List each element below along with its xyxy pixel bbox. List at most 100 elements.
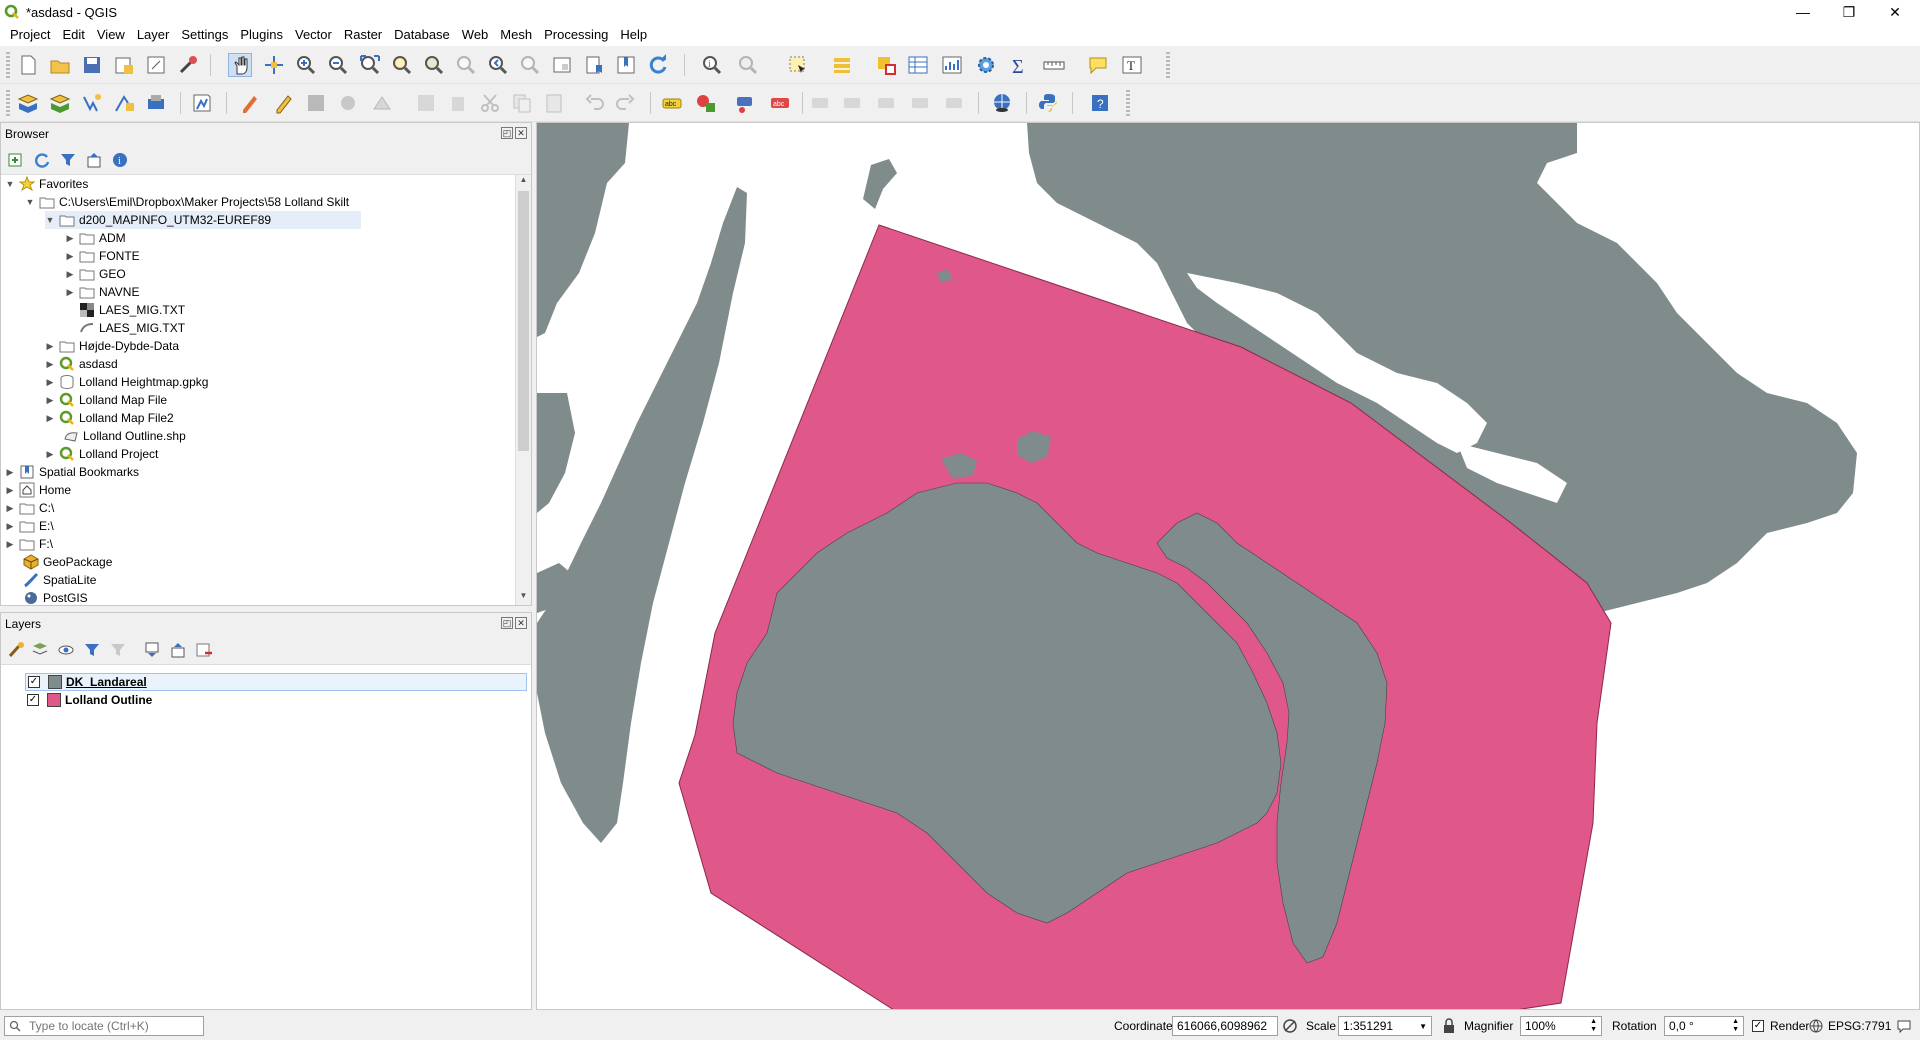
python-console-icon[interactable] bbox=[1036, 91, 1060, 115]
vertex-tool-icon[interactable] bbox=[370, 91, 394, 115]
expand-arrow-icon[interactable]: ▶ bbox=[65, 269, 75, 279]
locator-search[interactable] bbox=[4, 1016, 204, 1036]
browser-item-asdasd[interactable]: ▶ asdasd bbox=[45, 355, 118, 373]
delete-selected-icon[interactable] bbox=[446, 91, 470, 115]
redo-icon[interactable] bbox=[614, 91, 638, 115]
globe-icon[interactable] bbox=[1808, 1018, 1824, 1034]
crs-label[interactable]: EPSG:7791 bbox=[1828, 1019, 1891, 1033]
map-canvas[interactable] bbox=[536, 122, 1920, 1010]
filter-browser-icon[interactable] bbox=[59, 151, 77, 169]
menu-edit[interactable]: Edit bbox=[56, 24, 90, 46]
expand-arrow-icon[interactable]: ▶ bbox=[5, 485, 15, 495]
layer-item-dk-landareal[interactable]: ✓ DK_Landareal bbox=[25, 673, 527, 691]
rotate-label-icon[interactable] bbox=[840, 91, 864, 115]
map-rendering[interactable] bbox=[537, 123, 1920, 1010]
render-checkbox[interactable]: ✓ bbox=[1752, 1020, 1764, 1032]
browser-item-geopackage[interactable]: GeoPackage bbox=[19, 553, 112, 571]
scroll-up-icon[interactable]: ▲ bbox=[518, 175, 529, 189]
minimize-button[interactable]: — bbox=[1780, 0, 1826, 24]
deselect-icon[interactable] bbox=[874, 53, 898, 77]
properties-icon[interactable]: i bbox=[111, 151, 129, 169]
expand-arrow-icon[interactable]: ▶ bbox=[5, 503, 15, 513]
sum-icon[interactable]: Σ bbox=[1008, 53, 1032, 77]
add-feature-icon[interactable] bbox=[336, 91, 360, 115]
refresh-browser-icon[interactable] bbox=[33, 151, 51, 169]
new-shapefile-icon[interactable] bbox=[190, 91, 214, 115]
menu-mesh[interactable]: Mesh bbox=[494, 24, 538, 46]
text-annotation-icon[interactable]: T bbox=[1120, 53, 1144, 77]
zoom-full-icon[interactable] bbox=[358, 53, 382, 77]
paste-features-icon[interactable] bbox=[542, 91, 566, 115]
menu-web[interactable]: Web bbox=[456, 24, 495, 46]
pan-to-selection-icon[interactable] bbox=[262, 53, 286, 77]
new-bookmark-icon[interactable] bbox=[582, 53, 606, 77]
expand-arrow-icon[interactable]: ▼ bbox=[5, 179, 15, 189]
remove-layer-icon[interactable] bbox=[195, 641, 213, 659]
new-project-icon[interactable] bbox=[16, 53, 40, 77]
browser-item-lolland-project[interactable]: ▶ Lolland Project bbox=[45, 445, 158, 463]
expand-arrow-icon[interactable]: ▶ bbox=[45, 359, 55, 369]
close-button[interactable]: ✕ bbox=[1872, 0, 1918, 24]
action-icon[interactable] bbox=[736, 53, 760, 77]
browser-item-heightmap-gpkg[interactable]: ▶ Lolland Heightmap.gpkg bbox=[45, 373, 208, 391]
zoom-next-icon[interactable] bbox=[518, 53, 542, 77]
toggle-extents-icon[interactable] bbox=[1282, 1018, 1298, 1034]
add-delimited-text-icon[interactable] bbox=[112, 91, 136, 115]
pin-label-icon[interactable] bbox=[908, 91, 932, 115]
expand-arrow-icon[interactable]: ▶ bbox=[45, 341, 55, 351]
browser-item-lolland-map-file2[interactable]: ▶ Lolland Map File2 bbox=[45, 409, 174, 427]
browser-item-d200-folder[interactable]: ▼ d200_MAPINFO_UTM32-EUREF89 bbox=[45, 211, 361, 229]
layer-item-lolland-outline[interactable]: ✓ Lolland Outline bbox=[25, 691, 152, 709]
style-manager-icon[interactable] bbox=[176, 53, 200, 77]
browser-item-drive-c[interactable]: ▶ C:\ bbox=[5, 499, 55, 517]
menu-plugins[interactable]: Plugins bbox=[234, 24, 289, 46]
save-edits-icon[interactable] bbox=[304, 91, 328, 115]
add-vector-layer-icon[interactable] bbox=[48, 91, 72, 115]
scroll-down-icon[interactable]: ▼ bbox=[518, 591, 529, 605]
highlight-pinned-labels-icon[interactable] bbox=[734, 91, 758, 115]
browser-item-laes-mig-raster[interactable]: LAES_MIG.TXT bbox=[75, 301, 185, 319]
cut-features-icon[interactable] bbox=[478, 91, 502, 115]
add-selected-layers-icon[interactable] bbox=[7, 151, 25, 169]
expand-arrow-icon[interactable]: ▶ bbox=[65, 233, 75, 243]
lock-icon[interactable] bbox=[1442, 1018, 1456, 1034]
processing-toolbox-icon[interactable] bbox=[974, 53, 998, 77]
diagram-options-icon[interactable] bbox=[694, 91, 718, 115]
menu-project[interactable]: Project bbox=[4, 24, 56, 46]
statistical-summary-icon[interactable] bbox=[940, 53, 964, 77]
browser-item-favorites[interactable]: ▼ Favorites bbox=[5, 175, 88, 193]
browser-item-navne[interactable]: ▶ NAVNE bbox=[65, 283, 140, 301]
menu-help[interactable]: Help bbox=[614, 24, 653, 46]
move-label-icon[interactable] bbox=[808, 91, 832, 115]
close-panel-button[interactable]: ✕ bbox=[515, 127, 527, 139]
expand-arrow-icon[interactable]: ▼ bbox=[45, 215, 55, 225]
browser-scrollbar[interactable]: ▲ ▼ bbox=[515, 175, 531, 605]
layer-visibility-checkbox[interactable]: ✓ bbox=[27, 694, 39, 706]
browser-item-lolland-outline-shp[interactable]: Lolland Outline.shp bbox=[59, 427, 186, 445]
expand-arrow-icon[interactable]: ▶ bbox=[5, 539, 15, 549]
layout-manager-icon[interactable] bbox=[144, 53, 168, 77]
layer-styling-icon[interactable] bbox=[7, 641, 25, 659]
web-globe-icon[interactable] bbox=[990, 91, 1014, 115]
chevron-down-icon[interactable]: ▼ bbox=[1419, 1022, 1427, 1031]
refresh-icon[interactable] bbox=[646, 53, 670, 77]
select-features-icon[interactable] bbox=[786, 53, 810, 77]
browser-item-home[interactable]: ▶ Home bbox=[5, 481, 71, 499]
toolbar-grip[interactable] bbox=[6, 52, 10, 78]
attribute-select-icon[interactable] bbox=[830, 53, 854, 77]
collapse-all-icon[interactable] bbox=[85, 151, 103, 169]
add-wms-layer-icon[interactable] bbox=[144, 91, 168, 115]
add-group-icon[interactable] bbox=[31, 641, 49, 659]
browser-item-spatialite[interactable]: SpatiaLite bbox=[19, 571, 96, 589]
expand-arrow-icon[interactable]: ▶ bbox=[45, 449, 55, 459]
expand-arrow-icon[interactable]: ▶ bbox=[5, 467, 15, 477]
expand-arrow-icon[interactable]: ▼ bbox=[25, 197, 35, 207]
measure-icon[interactable] bbox=[1042, 53, 1066, 77]
magnifier-field[interactable]: 100% ▲ ▼ bbox=[1520, 1016, 1602, 1036]
layer-symbol-swatch[interactable] bbox=[47, 693, 61, 707]
browser-item-adm[interactable]: ▶ ADM bbox=[65, 229, 126, 247]
menu-view[interactable]: View bbox=[91, 24, 131, 46]
spin-arrows-icon[interactable]: ▲ ▼ bbox=[1590, 1018, 1597, 1034]
browser-item-fonte[interactable]: ▶ FONTE bbox=[65, 247, 140, 265]
zoom-native-icon[interactable] bbox=[454, 53, 478, 77]
